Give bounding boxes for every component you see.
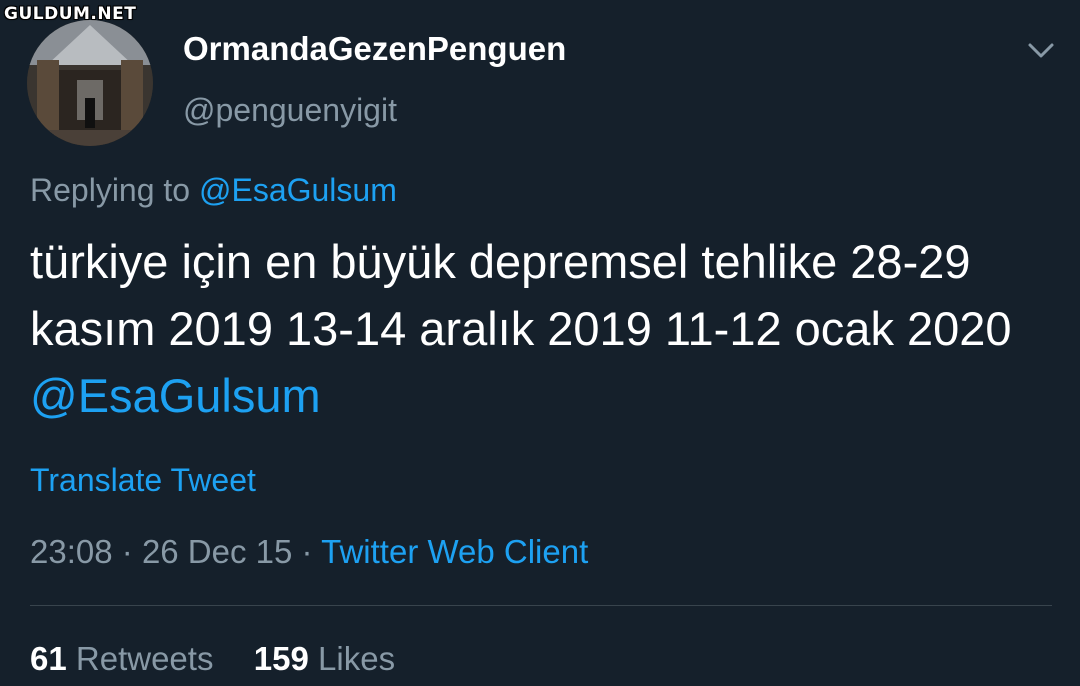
translate-tweet-link[interactable]: Translate Tweet: [30, 462, 256, 499]
tweet-client-link[interactable]: Twitter Web Client: [321, 533, 588, 570]
reply-target-link[interactable]: @EsaGulsum: [199, 172, 397, 208]
retweets-label: Retweets: [75, 640, 214, 677]
avatar-photo: [27, 20, 153, 146]
tweet-text: türkiye için en büyük depremsel tehlike …: [30, 228, 1060, 429]
tweet-meta: 23:08 · 26 Dec 15 · Twitter Web Client: [30, 533, 588, 571]
tweet-stats: 61 Retweets 159 Likes: [30, 640, 395, 678]
tweet-body: türkiye için en büyük depremsel tehlike …: [30, 235, 1012, 355]
tweet-time: 23:08: [30, 533, 113, 570]
retweets-stat[interactable]: 61 Retweets: [30, 640, 223, 677]
avatar[interactable]: [27, 20, 153, 146]
watermark: GULDUM.NET: [4, 4, 137, 24]
meta-separator: ·: [121, 533, 133, 570]
user-handle[interactable]: @penguenyigit: [183, 92, 397, 129]
more-options-button[interactable]: [1024, 36, 1058, 64]
display-name[interactable]: OrmandaGezenPenguen: [183, 30, 566, 68]
likes-count: 159: [253, 640, 309, 677]
retweets-count: 61: [30, 640, 67, 677]
likes-stat[interactable]: 159 Likes: [254, 640, 395, 677]
divider: [30, 605, 1052, 606]
tweet-date[interactable]: 26 Dec 15: [142, 533, 292, 570]
replying-to: Replying to @EsaGulsum: [30, 172, 397, 209]
tweet-mention-link[interactable]: @EsaGulsum: [30, 369, 321, 422]
chevron-down-icon: [1028, 43, 1054, 58]
replying-prefix: Replying to: [30, 172, 191, 208]
meta-separator: ·: [301, 533, 313, 570]
likes-label: Likes: [318, 640, 396, 677]
